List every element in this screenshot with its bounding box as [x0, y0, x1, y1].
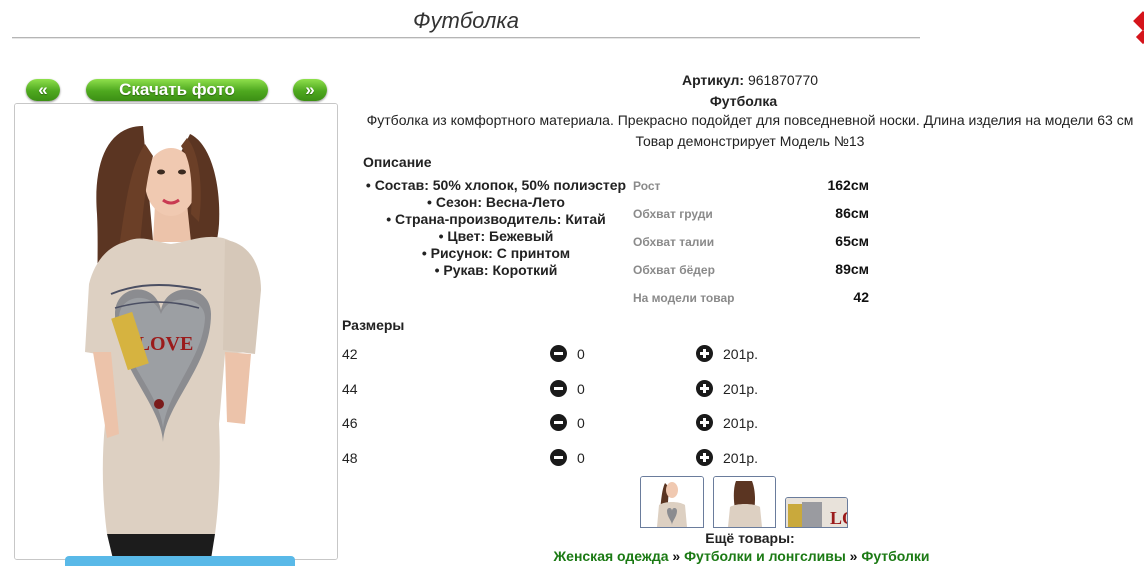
- feature-item: Цвет: Бежевый: [360, 228, 632, 245]
- breadcrumb-tshirts[interactable]: Футболки: [861, 548, 929, 564]
- breadcrumb-tshirts-longsleeves[interactable]: Футболки и лонгсливы: [684, 548, 846, 564]
- svg-text:LOVE: LOVE: [137, 333, 194, 355]
- breadcrumb-separator: »: [845, 548, 862, 564]
- measurement-row: Обхват бёдер 89см: [633, 261, 869, 281]
- measurement-row: Обхват талии 65см: [633, 233, 869, 253]
- size-label: 44: [342, 381, 358, 397]
- minus-icon[interactable]: [550, 414, 567, 431]
- quantity-value: 0: [577, 450, 585, 466]
- title-divider: [12, 37, 920, 39]
- thumbnail-back[interactable]: [713, 476, 776, 528]
- measurement-label: Обхват бёдер: [633, 263, 715, 277]
- download-photo-button[interactable]: Скачать фото: [86, 79, 268, 101]
- page-title: Футболка: [413, 8, 519, 33]
- measurement-row: Рост 162см: [633, 177, 869, 197]
- feature-list: Состав: 50% хлопок, 50% полиэстер Сезон:…: [360, 177, 632, 279]
- measurement-value: 86см: [835, 205, 869, 221]
- minus-icon[interactable]: [550, 345, 567, 362]
- price-value: 201р.: [723, 346, 759, 362]
- thumbnail-front[interactable]: [640, 476, 704, 528]
- prev-photo-button[interactable]: «: [26, 79, 60, 101]
- minus-icon[interactable]: [550, 449, 567, 466]
- product-photo-image: LOVE: [15, 104, 337, 559]
- price-value: 201р.: [723, 415, 759, 431]
- product-photo[interactable]: LOVE: [14, 103, 338, 560]
- next-photo-button[interactable]: »: [293, 79, 327, 101]
- article-label: Артикул:: [681, 72, 745, 88]
- thumbnail-print-closeup[interactable]: LO: [785, 497, 848, 528]
- measurement-row: На модели товар 42: [633, 289, 869, 309]
- corner-decoration-lower: [1135, 29, 1144, 45]
- measurement-label: На модели товар: [633, 291, 735, 305]
- svg-text:LO: LO: [830, 508, 847, 527]
- feature-item: Страна-производитель: Китай: [360, 211, 632, 228]
- size-label: 48: [342, 450, 358, 466]
- breadcrumb-womens-clothing[interactable]: Женская одежда: [554, 548, 669, 564]
- quantity-value: 0: [577, 346, 585, 362]
- plus-icon[interactable]: [696, 449, 713, 466]
- size-row: 42 0 201р.: [342, 343, 782, 365]
- thumbnail-print-image: LO: [786, 498, 847, 527]
- price-value: 201р.: [723, 381, 759, 397]
- plus-icon[interactable]: [696, 380, 713, 397]
- product-name: Футболка: [709, 93, 778, 109]
- thumbnail-back-image: [714, 477, 775, 527]
- quantity-value: 0: [577, 415, 585, 431]
- article-value: 961870770: [747, 72, 819, 88]
- measurement-value: 162см: [827, 177, 869, 193]
- measurement-value: 42: [853, 289, 869, 305]
- quantity-value: 0: [577, 381, 585, 397]
- feature-item: Рукав: Короткий: [360, 262, 632, 279]
- product-description: Футболка из комфортного материала. Прекр…: [366, 112, 1134, 128]
- price-value: 201р.: [723, 450, 759, 466]
- size-row: 48 0 201р.: [342, 447, 782, 469]
- measurement-label: Обхват груди: [633, 207, 713, 221]
- feature-item: Состав: 50% хлопок, 50% полиэстер: [360, 177, 632, 194]
- size-label: 46: [342, 415, 358, 431]
- plus-icon[interactable]: [696, 345, 713, 362]
- measurement-label: Рост: [633, 179, 661, 193]
- model-note: Товар демонстрирует Модель №13: [635, 133, 865, 149]
- size-label: 42: [342, 346, 358, 362]
- thumbnail-front-image: [641, 477, 703, 527]
- feature-item: Сезон: Весна-Лето: [360, 194, 632, 211]
- article-line: Артикул: 961870770: [340, 72, 1144, 88]
- plus-icon[interactable]: [696, 414, 713, 431]
- feature-item: Рисунок: С принтом: [360, 245, 632, 262]
- measurement-value: 89см: [835, 261, 869, 277]
- breadcrumb-separator: »: [668, 548, 685, 564]
- corner-decoration: [1133, 11, 1144, 31]
- sizes-heading: Размеры: [342, 317, 405, 333]
- minus-icon[interactable]: [550, 380, 567, 397]
- size-row: 46 0 201р.: [342, 412, 782, 434]
- measurement-value: 65см: [835, 233, 869, 249]
- size-row: 44 0 201р.: [342, 378, 782, 400]
- measurement-row: Обхват груди 86см: [633, 205, 869, 225]
- breadcrumb: Женская одежда » Футболки и лонгсливы » …: [340, 548, 1143, 564]
- more-products-heading: Ещё товары:: [705, 530, 795, 546]
- description-heading: Описание: [363, 154, 432, 170]
- measurement-label: Обхват талии: [633, 235, 715, 249]
- photo-caption-bar: [65, 556, 295, 566]
